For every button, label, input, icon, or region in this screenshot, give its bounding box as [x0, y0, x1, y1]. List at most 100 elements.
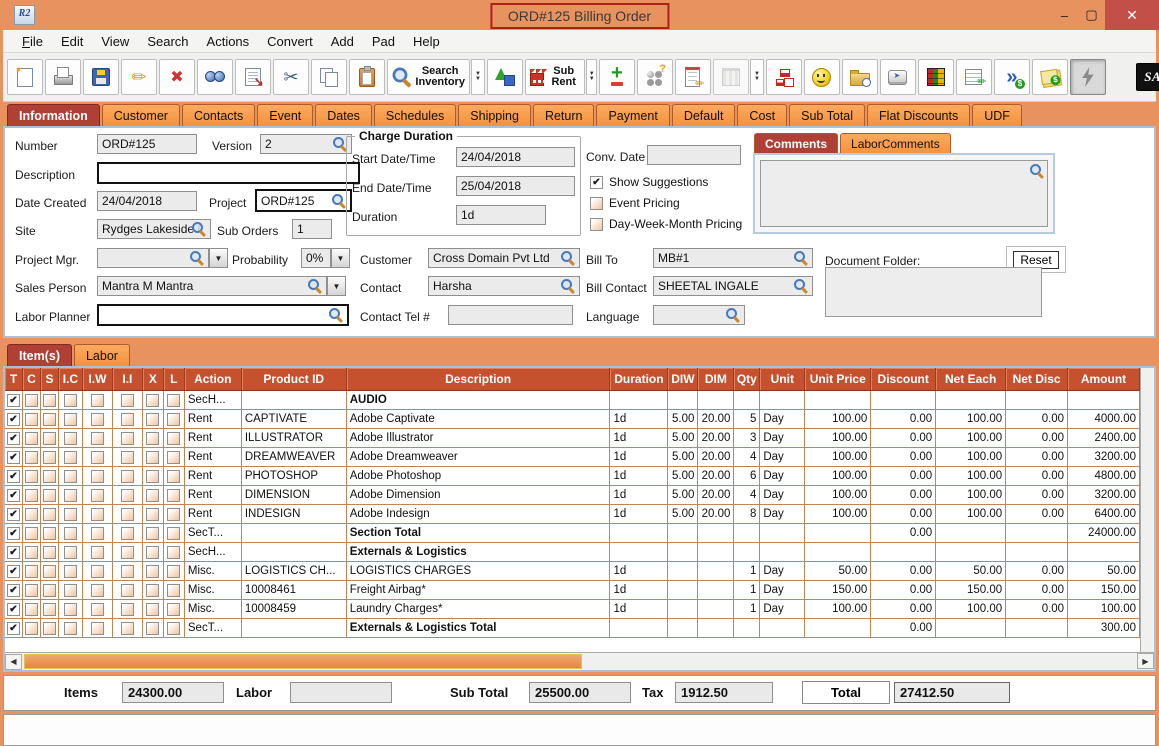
notes-button[interactable] — [675, 59, 711, 95]
document-folder-box[interactable] — [825, 267, 1042, 317]
contact-tel-field[interactable] — [448, 305, 573, 325]
shortcut-key-button[interactable] — [880, 59, 916, 95]
edit-button[interactable]: ✏ — [121, 59, 157, 95]
x-checkbox[interactable] — [146, 470, 159, 483]
iw-checkbox[interactable] — [91, 413, 104, 426]
t-checkbox[interactable] — [7, 508, 20, 521]
table-row[interactable]: SecT...Externals & Logistics Total0.0030… — [5, 619, 1140, 638]
duration-field[interactable]: 1d — [456, 205, 546, 225]
project-mgr-lookup-icon[interactable] — [190, 251, 204, 265]
c-checkbox[interactable] — [25, 489, 38, 502]
table-row[interactable]: RentPHOTOSHOPAdobe Photoshop1d5.0020.006… — [5, 467, 1140, 486]
maximize-button[interactable]: ▢ — [1078, 0, 1105, 30]
x-checkbox[interactable] — [146, 622, 159, 635]
c-checkbox[interactable] — [25, 394, 38, 407]
tab-flat-discounts[interactable]: Flat Discounts — [867, 104, 970, 126]
table-row[interactable]: RentDIMENSIONAdobe Dimension1d5.0020.004… — [5, 486, 1140, 505]
calendar-button-dropdown[interactable]: ▼▼ — [750, 59, 764, 95]
edit-note-button[interactable] — [956, 59, 992, 95]
tab-udf[interactable]: UDF — [972, 104, 1022, 126]
s-checkbox[interactable] — [43, 508, 56, 521]
ii-checkbox[interactable] — [121, 432, 134, 445]
labor-planner-lookup-icon[interactable] — [329, 308, 343, 322]
menu-item-pad[interactable]: Pad — [363, 34, 404, 49]
tab-item-s[interactable]: Item(s) — [7, 344, 72, 366]
iw-checkbox[interactable] — [91, 508, 104, 521]
menu-item-edit[interactable]: Edit — [52, 34, 92, 49]
project-mgr-dropdown[interactable] — [209, 248, 228, 268]
project-field[interactable]: ORD#125 — [255, 189, 352, 212]
ii-checkbox[interactable] — [121, 603, 134, 616]
ii-checkbox[interactable] — [121, 470, 134, 483]
tab-labor[interactable]: Labor — [74, 344, 130, 366]
send-billing-button[interactable]: » — [994, 59, 1030, 95]
project-mgr-field[interactable] — [97, 248, 209, 268]
site-field[interactable]: Rydges Lakeside Ca — [97, 219, 211, 239]
description-field[interactable] — [97, 162, 360, 184]
ii-checkbox[interactable] — [121, 527, 134, 540]
x-checkbox[interactable] — [146, 546, 159, 559]
column-header-ii[interactable]: I.I — [113, 368, 143, 390]
ic-checkbox[interactable] — [64, 565, 77, 578]
tab-information[interactable]: Information — [7, 104, 100, 126]
comments-textarea[interactable] — [760, 160, 1048, 227]
version-lookup-icon[interactable] — [333, 137, 347, 151]
x-checkbox[interactable] — [146, 584, 159, 597]
c-checkbox[interactable] — [25, 584, 38, 597]
event-pricing-checkbox[interactable] — [590, 197, 603, 210]
l-checkbox[interactable] — [167, 622, 180, 635]
tab-dates[interactable]: Dates — [315, 104, 372, 126]
s-checkbox[interactable] — [43, 565, 56, 578]
iw-checkbox[interactable] — [91, 603, 104, 616]
project-lookup-icon[interactable] — [332, 194, 346, 208]
t-checkbox[interactable] — [7, 622, 20, 635]
s-checkbox[interactable] — [43, 622, 56, 635]
bill-to-lookup-icon[interactable] — [794, 251, 808, 265]
bill-contact-lookup-icon[interactable] — [794, 279, 808, 293]
l-checkbox[interactable] — [167, 546, 180, 559]
l-checkbox[interactable] — [167, 394, 180, 407]
menu-item-convert[interactable]: Convert — [258, 34, 322, 49]
x-checkbox[interactable] — [146, 527, 159, 540]
c-checkbox[interactable] — [25, 470, 38, 483]
column-header-discount[interactable]: Discount — [871, 368, 936, 390]
t-checkbox[interactable] — [7, 451, 20, 464]
sales-person-lookup-icon[interactable] — [308, 279, 322, 293]
iw-checkbox[interactable] — [91, 565, 104, 578]
version-field[interactable]: 2 — [260, 134, 352, 154]
column-header-net_disc[interactable]: Net Disc — [1006, 368, 1068, 390]
table-row[interactable]: SecH...Externals & Logistics — [5, 543, 1140, 562]
s-checkbox[interactable] — [43, 584, 56, 597]
language-lookup-icon[interactable] — [726, 308, 740, 322]
iw-checkbox[interactable] — [91, 527, 104, 540]
menu-item-actions[interactable]: Actions — [198, 34, 259, 49]
contact-field[interactable]: Harsha — [428, 276, 580, 296]
table-row[interactable]: RentILLUSTRATORAdobe Illustrator1d5.0020… — [5, 429, 1140, 448]
menu-item-help[interactable]: Help — [404, 34, 449, 49]
x-checkbox[interactable] — [146, 432, 159, 445]
c-checkbox[interactable] — [25, 622, 38, 635]
l-checkbox[interactable] — [167, 603, 180, 616]
customer-lookup-icon[interactable] — [561, 251, 575, 265]
x-checkbox[interactable] — [146, 394, 159, 407]
iw-checkbox[interactable] — [91, 584, 104, 597]
t-checkbox[interactable] — [7, 546, 20, 559]
ii-checkbox[interactable] — [121, 508, 134, 521]
ic-checkbox[interactable] — [64, 603, 77, 616]
s-checkbox[interactable] — [43, 394, 56, 407]
ic-checkbox[interactable] — [64, 546, 77, 559]
copy-button[interactable] — [311, 59, 347, 95]
t-checkbox[interactable] — [7, 565, 20, 578]
ii-checkbox[interactable] — [121, 394, 134, 407]
minimize-button[interactable]: – — [1051, 0, 1078, 30]
t-checkbox[interactable] — [7, 470, 20, 483]
x-checkbox[interactable] — [146, 508, 159, 521]
column-header-amount[interactable]: Amount — [1068, 368, 1140, 390]
customer-field[interactable]: Cross Domain Pvt Ltd — [428, 248, 580, 268]
s-checkbox[interactable] — [43, 546, 56, 559]
s-checkbox[interactable] — [43, 413, 56, 426]
end-date-field[interactable]: 25/04/2018 — [456, 176, 575, 196]
ii-checkbox[interactable] — [121, 565, 134, 578]
shapes-button[interactable] — [487, 59, 523, 95]
column-header-unit[interactable]: Unit — [760, 368, 805, 390]
